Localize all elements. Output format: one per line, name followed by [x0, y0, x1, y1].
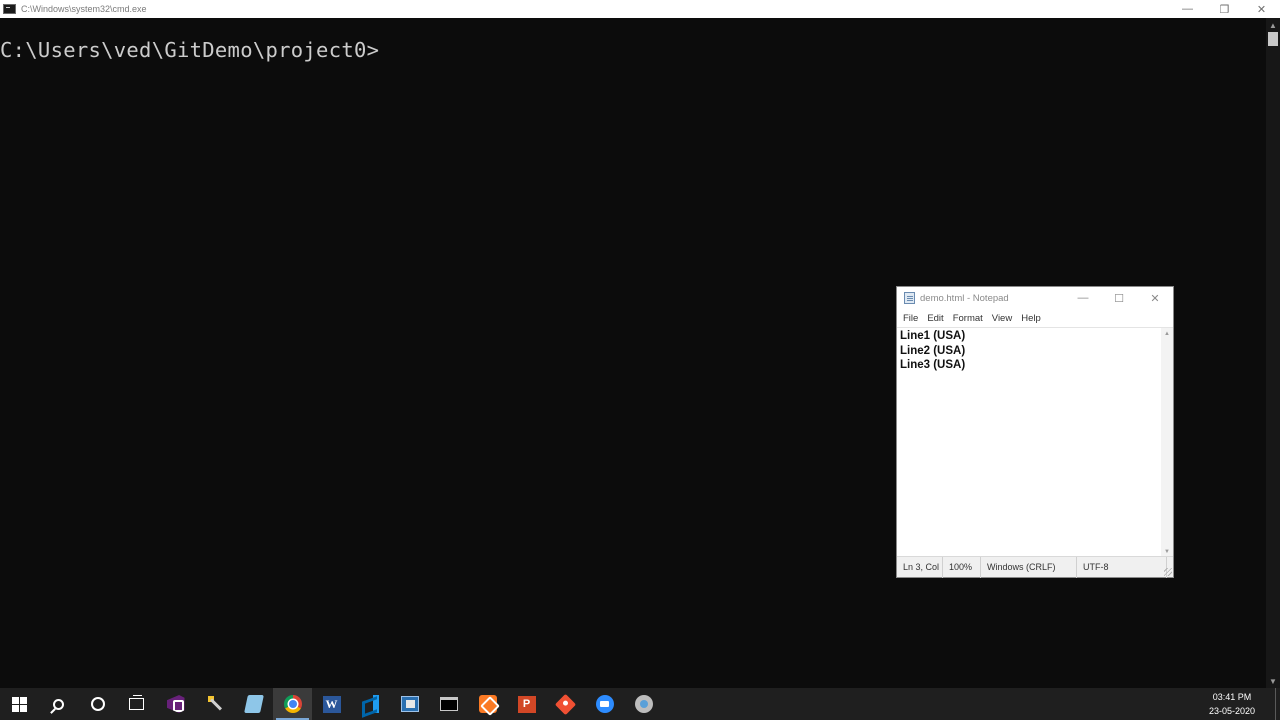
taskbar-word[interactable]: W	[312, 688, 351, 720]
taskbar-app[interactable]	[390, 688, 429, 720]
cmd-close-button[interactable]: ✕	[1243, 0, 1280, 18]
search-button[interactable]	[39, 688, 78, 720]
cmd-restore-button[interactable]: ❐	[1206, 0, 1243, 18]
taskbar-chrome[interactable]	[273, 688, 312, 720]
text-line: Line3 (USA)	[900, 359, 966, 371]
cmd-window-icon	[3, 4, 16, 14]
search-icon	[53, 698, 64, 710]
cmd-prompt-text: C:\Users\ved\GitDemo\project0>	[0, 38, 380, 62]
menu-help[interactable]: Help	[1021, 311, 1041, 327]
cmd-titlebar[interactable]: C:\Windows\system32\cmd.exe — ❐ ✕	[0, 0, 1280, 18]
scroll-down-arrow-icon[interactable]: ▼	[1266, 674, 1280, 688]
cmd-icon	[439, 697, 458, 711]
notepad-minimize-button[interactable]: —	[1065, 287, 1101, 309]
taskbar-vscode[interactable]	[351, 688, 390, 720]
cmd-scrollbar-thumb[interactable]	[1268, 32, 1278, 46]
resize-grip-icon[interactable]	[1164, 568, 1172, 576]
cmd-scrollbar[interactable]: ▲ ▼	[1266, 18, 1280, 688]
menu-edit[interactable]: Edit	[927, 311, 943, 327]
tools-icon	[206, 695, 224, 713]
taskbar: W P 03:41 PM 23-05-2020	[0, 688, 1280, 720]
notepad-menubar: File Edit Format View Help	[897, 311, 1173, 327]
vscode-icon	[362, 695, 380, 713]
notepad-titlebar[interactable]: demo.html - Notepad — ☐ ✕	[897, 287, 1173, 309]
taskbar-powerpoint[interactable]: P	[507, 688, 546, 720]
scroll-up-arrow-icon[interactable]: ▲	[1161, 328, 1173, 339]
menu-format[interactable]: Format	[953, 311, 983, 327]
notepad-close-button[interactable]: ✕	[1137, 287, 1173, 309]
zoom-icon	[595, 695, 614, 713]
scroll-up-arrow-icon[interactable]: ▲	[1266, 18, 1280, 32]
notepad-window: demo.html - Notepad — ☐ ✕ File Edit Form…	[896, 286, 1174, 578]
taskbar-clock[interactable]: 03:41 PM 23-05-2020	[1202, 690, 1262, 718]
status-line-ending: Windows (CRLF)	[981, 556, 1077, 578]
cortana-button[interactable]	[78, 688, 117, 720]
taskbar-visual-studio[interactable]	[156, 688, 195, 720]
taskbar-cmd[interactable]	[429, 688, 468, 720]
status-zoom-level: 100%	[943, 556, 981, 578]
notepad-content: Line1 (USA) Line2 (USA) Line3 (USA)	[900, 329, 965, 373]
cmd-window-title: C:\Windows\system32\cmd.exe	[21, 4, 147, 14]
menu-view[interactable]: View	[992, 311, 1012, 327]
word-icon: W	[322, 695, 341, 713]
task-view-button[interactable]	[117, 688, 156, 720]
start-icon	[12, 696, 27, 712]
taskbar-zoom[interactable]	[585, 688, 624, 720]
clock-time: 03:41 PM	[1212, 692, 1252, 702]
status-cursor-position: Ln 3, Col	[897, 556, 943, 578]
git-icon	[554, 693, 577, 715]
cmd-minimize-button[interactable]: —	[1169, 0, 1206, 18]
start-button[interactable]	[0, 688, 39, 720]
cortana-icon	[90, 697, 105, 711]
visual-studio-icon	[166, 695, 185, 713]
notepad-plus-plus-icon	[243, 695, 264, 713]
taskbar-git[interactable]	[546, 688, 585, 720]
notepad-maximize-button[interactable]: ☐	[1101, 287, 1137, 309]
cmd-window-controls: — ❐ ✕	[1169, 0, 1280, 18]
chrome-icon	[283, 695, 302, 713]
notepad-statusbar: Ln 3, Col 100% Windows (CRLF) UTF-8	[897, 556, 1173, 578]
status-encoding: UTF-8	[1077, 556, 1167, 578]
misc-app-icon	[634, 695, 653, 713]
notepad-document-icon	[904, 292, 915, 304]
xampp-icon	[478, 695, 497, 713]
taskbar-misc-app[interactable]	[624, 688, 663, 720]
notepad-text-area[interactable]: Line1 (USA) Line2 (USA) Line3 (USA) ▲ ▼	[897, 327, 1173, 557]
menu-file[interactable]: File	[903, 311, 918, 327]
app-icon	[400, 696, 419, 712]
powerpoint-icon: P	[517, 695, 536, 713]
taskbar-xampp[interactable]	[468, 688, 507, 720]
task-view-icon	[129, 695, 144, 710]
text-line: Line1 (USA)	[900, 330, 966, 342]
show-desktop-button[interactable]	[1275, 688, 1280, 720]
taskbar-notepad-plus-plus[interactable]	[234, 688, 273, 720]
taskbar-tools[interactable]	[195, 688, 234, 720]
notepad-window-controls: — ☐ ✕	[1065, 287, 1173, 309]
text-line: Line2 (USA)	[900, 344, 966, 357]
clock-date: 23-05-2020	[1208, 706, 1256, 716]
notepad-vertical-scrollbar[interactable]: ▲ ▼	[1161, 328, 1173, 557]
notepad-window-title: demo.html - Notepad	[920, 293, 1009, 304]
